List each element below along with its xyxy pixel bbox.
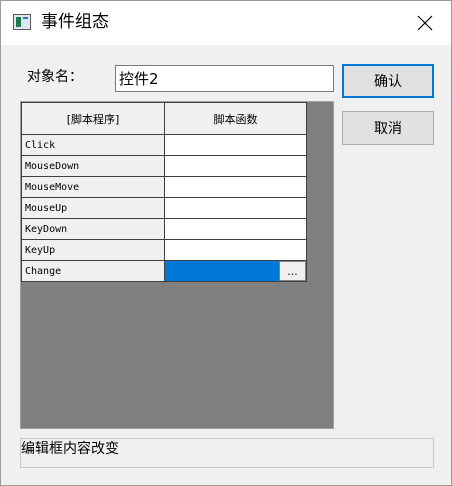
function-cell[interactable] — [164, 134, 307, 156]
table-row[interactable]: KeyDown — [21, 218, 307, 240]
event-name-cell[interactable]: KeyUp — [21, 239, 165, 261]
confirm-button[interactable]: 确认 — [342, 64, 434, 98]
app-window-icon — [13, 14, 31, 30]
table-row[interactable]: KeyUp — [21, 239, 307, 261]
event-grid: [脚本程序] 脚本函数 Click MouseDown MouseMove Mo… — [20, 101, 334, 429]
table-row[interactable]: MouseMove — [21, 176, 307, 198]
function-cell[interactable] — [164, 239, 307, 261]
object-name-label: 对象名： — [27, 69, 83, 85]
event-config-dialog: 事件组态 对象名： 确认 取消 [脚本程序] 脚本函数 Click — [0, 0, 452, 486]
close-icon — [417, 15, 433, 31]
table-row[interactable]: MouseUp — [21, 197, 307, 219]
title-bar: 事件组态 — [1, 1, 451, 45]
function-cell[interactable] — [164, 155, 307, 177]
cancel-button[interactable]: 取消 — [342, 111, 434, 145]
browse-button[interactable]: ... — [279, 261, 306, 281]
table-row[interactable]: Click — [21, 134, 307, 156]
event-name-cell[interactable]: Click — [21, 134, 165, 156]
function-cell[interactable] — [164, 197, 307, 219]
function-cell[interactable] — [164, 218, 307, 240]
event-name-cell[interactable]: MouseMove — [21, 176, 165, 198]
close-button[interactable] — [405, 7, 445, 39]
table-row-selected[interactable]: Change ... — [21, 260, 307, 282]
object-name-input[interactable] — [115, 65, 334, 92]
event-name-cell[interactable]: MouseDown — [21, 155, 165, 177]
column-header-function[interactable]: 脚本函数 — [164, 102, 307, 135]
event-name-cell[interactable]: KeyDown — [21, 218, 165, 240]
column-header-script[interactable]: [脚本程序] — [21, 102, 165, 135]
event-name-cell[interactable]: MouseUp — [21, 197, 165, 219]
event-description: 编辑框内容改变 — [20, 438, 434, 468]
table-row[interactable]: MouseDown — [21, 155, 307, 177]
function-cell[interactable] — [164, 176, 307, 198]
dialog-title: 事件组态 — [41, 12, 109, 32]
event-name-cell[interactable]: Change — [21, 260, 165, 282]
function-cell-selected[interactable]: ... — [164, 260, 307, 282]
